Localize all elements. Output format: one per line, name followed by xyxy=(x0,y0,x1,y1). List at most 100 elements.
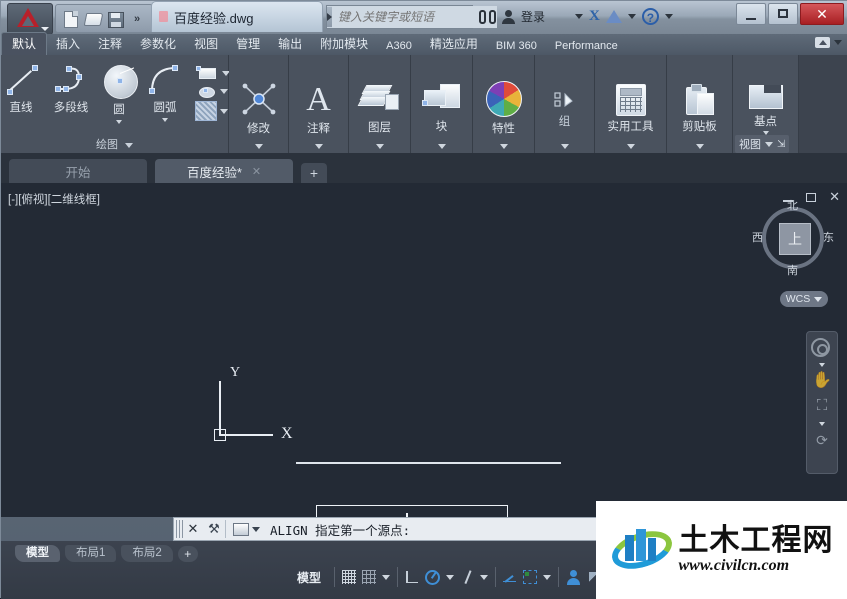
command-line-drag-handle[interactable] xyxy=(176,520,183,538)
exchange-app-icon[interactable]: X xyxy=(589,8,600,25)
base-point-chevron-icon[interactable] xyxy=(762,130,769,135)
draw-ellipse-button[interactable] xyxy=(195,83,230,99)
steering-wheel-icon[interactable] xyxy=(811,338,833,358)
ribbon-tab-addins[interactable]: 附加模块 xyxy=(311,33,377,55)
status-model-button[interactable]: 模型 xyxy=(291,569,327,586)
view-cube-north-label[interactable]: 北 xyxy=(787,197,798,213)
layers-icon[interactable] xyxy=(357,83,400,117)
ribbon-tab-bim360[interactable]: BIM 360 xyxy=(487,38,546,55)
drawing-canvas[interactable]: [-][俯视][二维线框] ✕ Y X 指定第一个源点: 94.832 -60.… xyxy=(1,183,847,517)
layers-panel-chevron-icon[interactable] xyxy=(376,144,384,149)
viewport-close-icon[interactable]: ✕ xyxy=(829,189,840,205)
close-button[interactable]: ✕ xyxy=(800,3,844,25)
document-title-tab[interactable]: 百度经验.dwg xyxy=(151,1,323,32)
layout-tab-layout1[interactable]: 布局1 xyxy=(65,545,117,562)
ucs-chevron-down-icon[interactable] xyxy=(543,574,552,580)
help-question-icon[interactable]: ? xyxy=(641,8,659,25)
viewport-label[interactable]: [-][俯视][二维线框] xyxy=(8,191,100,207)
snap-chevron-down-icon[interactable] xyxy=(382,574,391,580)
calculator-icon[interactable] xyxy=(615,83,646,116)
close-icon[interactable]: ✕ xyxy=(252,165,261,178)
draw-line-button[interactable]: 直线 xyxy=(0,63,43,115)
ribbon-tab-annotate[interactable]: 注释 xyxy=(89,33,131,55)
osnap-chevron-down-icon[interactable] xyxy=(480,574,489,580)
steering-wheel-chevron-icon[interactable] xyxy=(819,363,825,367)
ucs-dropdown[interactable]: WCS xyxy=(780,291,828,307)
polar-chevron-down-icon[interactable] xyxy=(446,574,455,580)
ribbon-tab-default[interactable]: 默认 xyxy=(1,32,48,55)
block-icon[interactable] xyxy=(421,84,462,116)
ribbon-tab-insert[interactable]: 插入 xyxy=(47,33,89,55)
new-file-icon[interactable] xyxy=(61,9,81,29)
signin-chevron-down-icon[interactable] xyxy=(575,14,584,19)
osnap-icon[interactable] xyxy=(460,570,474,584)
view-cube-east-label[interactable]: 东 xyxy=(823,229,834,245)
base-point-icon[interactable] xyxy=(748,84,783,111)
properties-color-wheel-icon[interactable] xyxy=(485,81,522,117)
qat-more-icon[interactable]: » xyxy=(127,9,147,29)
new-file-tab-button[interactable]: + xyxy=(301,163,327,183)
autodesk-chevron-down-icon[interactable] xyxy=(627,14,636,19)
application-menu-button[interactable] xyxy=(7,3,53,35)
view-panel-chevron-icon[interactable] xyxy=(765,141,773,147)
arc-dropdown-chevron-icon[interactable] xyxy=(162,118,168,122)
search-binoculars-icon[interactable] xyxy=(479,9,496,24)
open-folder-icon[interactable] xyxy=(83,9,104,29)
annotation-panel-chevron-icon[interactable] xyxy=(315,144,323,149)
group-panel-chevron-icon[interactable] xyxy=(561,144,569,149)
polar-icon[interactable] xyxy=(425,569,441,585)
group-icon[interactable] xyxy=(553,91,576,110)
help-chevron-down-icon[interactable] xyxy=(664,14,673,19)
command-line-close-icon[interactable]: ✕ xyxy=(183,521,203,537)
modify-panel-chevron-icon[interactable] xyxy=(255,144,263,149)
zoom-icon[interactable]: ⛶ xyxy=(811,397,833,417)
save-icon[interactable] xyxy=(105,9,125,29)
ribbon-tab-a360[interactable]: A360 xyxy=(377,38,421,55)
view-cube-south-label[interactable]: 南 xyxy=(787,262,798,278)
panel-draw-chevron-icon[interactable] xyxy=(125,142,134,148)
draw-circle-button[interactable]: 圆 xyxy=(99,63,139,124)
grid-icon[interactable] xyxy=(342,570,357,584)
view-panel-dialog-launcher-icon[interactable]: ⇲ xyxy=(777,139,785,150)
ribbon-tab-output[interactable]: 输出 xyxy=(269,33,311,55)
command-line-settings-wrench-icon[interactable]: ⚒ xyxy=(203,521,225,537)
annotation-a-icon[interactable]: A xyxy=(306,82,331,117)
clipboard-panel-chevron-icon[interactable] xyxy=(696,144,704,149)
ribbon-tab-view[interactable]: 视图 xyxy=(185,33,227,55)
circle-dropdown-chevron-icon[interactable] xyxy=(116,120,122,124)
command-line-text[interactable]: ALIGN 指定第一个源点: xyxy=(270,520,410,539)
minimize-ribbon-control[interactable] xyxy=(815,37,842,48)
modify-icon[interactable] xyxy=(237,80,281,120)
view-cube-top-face[interactable]: 上 xyxy=(779,223,811,255)
command-line-chevron-down-icon[interactable] xyxy=(252,526,260,532)
new-layout-button[interactable]: + xyxy=(177,545,198,562)
ucs-toggle-icon[interactable] xyxy=(523,570,538,584)
snap-icon[interactable] xyxy=(362,570,377,584)
signin-label[interactable]: 登录 xyxy=(521,8,545,25)
user-account-icon[interactable] xyxy=(502,9,515,24)
pan-hand-icon[interactable]: ✋ xyxy=(811,372,833,392)
ribbon-tab-manage[interactable]: 管理 xyxy=(227,33,269,55)
ortho-icon[interactable] xyxy=(405,570,419,584)
view-cube-west-label[interactable]: 西 xyxy=(752,229,763,245)
orbit-icon[interactable]: ⟳ xyxy=(811,431,833,451)
ribbon-tab-parametric[interactable]: 参数化 xyxy=(131,33,185,55)
command-line-history-dropdown[interactable] xyxy=(233,522,260,536)
maximize-button[interactable] xyxy=(768,3,798,25)
otrack-icon[interactable] xyxy=(503,570,517,584)
ribbon-tab-featured-apps[interactable]: 精选应用 xyxy=(421,33,487,55)
draw-hatch-button[interactable] xyxy=(195,101,230,121)
minimize-button[interactable] xyxy=(736,3,766,25)
layout-tab-layout2[interactable]: 布局2 xyxy=(121,545,173,562)
layout-tab-model[interactable]: 模型 xyxy=(15,545,60,562)
view-cube[interactable]: 北 南 西 东 上 xyxy=(752,200,834,278)
drawing-line-entity[interactable] xyxy=(296,462,561,464)
file-tab-drawing[interactable]: 百度经验* ✕ xyxy=(155,159,293,183)
minimize-ribbon-chevron-icon[interactable] xyxy=(834,40,842,45)
zoom-chevron-icon[interactable] xyxy=(819,422,825,426)
autodesk-a-icon[interactable] xyxy=(605,10,622,23)
file-tab-start[interactable]: 开始 xyxy=(9,159,147,183)
clipboard-icon[interactable] xyxy=(685,83,714,116)
drawing-rectangle-entity[interactable] xyxy=(316,505,508,517)
utilities-panel-chevron-icon[interactable] xyxy=(627,144,635,149)
